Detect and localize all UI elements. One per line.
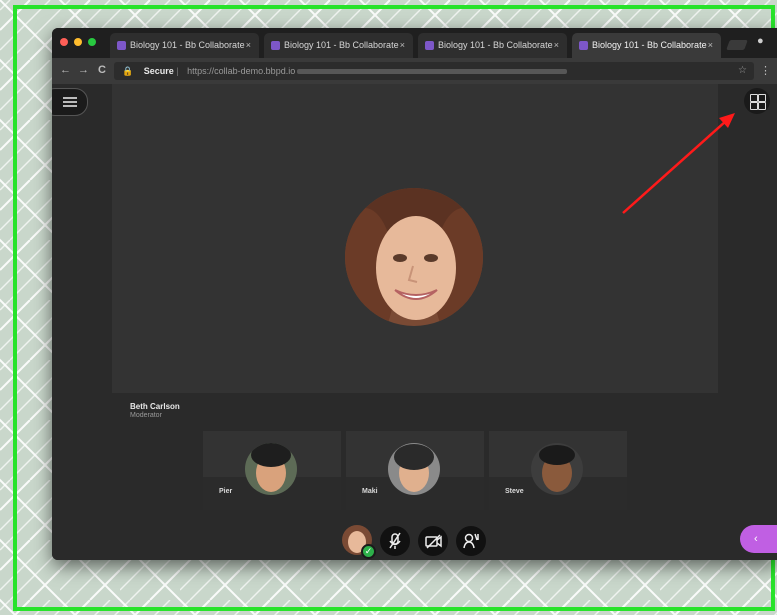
check-icon: ✓ — [361, 544, 376, 559]
participant-avatar — [388, 443, 440, 495]
forward-icon[interactable]: → — [78, 64, 89, 76]
raise-hand-icon[interactable] — [456, 526, 486, 556]
lock-icon: 🔒 — [122, 66, 134, 76]
microphone-off-icon[interactable] — [380, 526, 410, 556]
tab-label: Biology 101 - Bb Collaborate — [284, 40, 399, 50]
participant-avatar — [245, 443, 297, 495]
browser-tab[interactable]: Biology 101 - Bb Collaborate × — [418, 33, 567, 58]
tab-bar: Biology 101 - Bb Collaborate × Biology 1… — [52, 28, 777, 58]
participant-name: Pier — [219, 488, 233, 495]
close-tab-icon[interactable]: × — [708, 40, 713, 50]
url-input[interactable]: 🔒 Secure | https://collab-demo.bbpd.io — [114, 62, 754, 80]
camera-off-icon[interactable] — [418, 526, 448, 556]
collaborate-favicon-icon — [117, 41, 126, 50]
participant-tile[interactable]: Steve — [489, 431, 627, 510]
browser-tab-active[interactable]: Biology 101 - Bb Collaborate × — [572, 33, 721, 58]
maximize-window-icon[interactable] — [88, 38, 96, 46]
collaborate-favicon-icon — [425, 41, 434, 50]
participant-tile[interactable]: Maki — [346, 431, 484, 510]
reload-icon[interactable]: C — [98, 64, 106, 76]
browser-tab[interactable]: Biology 101 - Bb Collaborate × — [264, 33, 413, 58]
collaborate-panel-icon[interactable]: ‹ — [740, 525, 777, 553]
star-icon[interactable]: ☆ — [738, 65, 747, 76]
collaborate-favicon-icon — [271, 41, 280, 50]
active-speaker-stage — [112, 84, 718, 393]
participant-avatar — [531, 443, 583, 495]
hamburger-menu-icon[interactable] — [52, 88, 88, 116]
close-window-icon[interactable] — [60, 38, 68, 46]
address-bar: ← → C 🔒 Secure | https://collab-demo.bbp… — [52, 58, 777, 84]
speaker-role: Moderator — [130, 412, 162, 419]
collaborate-session: Beth Carlson Moderator Pier Maki Steve ✓… — [52, 84, 777, 560]
url-path-blurred — [297, 69, 568, 75]
session-controls: ✓ — [342, 525, 502, 560]
close-tab-icon[interactable]: × — [246, 40, 251, 50]
close-tab-icon[interactable]: × — [554, 40, 559, 50]
back-icon[interactable]: ← — [60, 64, 71, 76]
kebab-menu-icon[interactable]: ⋮ — [760, 64, 771, 77]
tab-label: Biology 101 - Bb Collaborate — [592, 40, 707, 50]
url-text: https://collab-demo.bbpd.io — [187, 66, 296, 76]
tab-label: Biology 101 - Bb Collaborate — [438, 40, 553, 50]
browser-window: Biology 101 - Bb Collaborate × Biology 1… — [52, 28, 777, 560]
minimize-window-icon[interactable] — [74, 38, 82, 46]
speaker-name: Beth Carlson — [130, 402, 180, 411]
speaker-avatar — [345, 188, 483, 326]
secure-label: Secure — [143, 66, 174, 76]
close-tab-icon[interactable]: × — [400, 40, 405, 50]
browser-tab[interactable]: Biology 101 - Bb Collaborate × — [110, 33, 259, 58]
collaborate-favicon-icon — [579, 41, 588, 50]
profile-icon[interactable]: ● — [757, 35, 764, 47]
participant-name: Maki — [362, 488, 378, 495]
participant-tile[interactable]: Pier — [203, 431, 341, 510]
grid-view-icon[interactable] — [744, 88, 770, 114]
new-tab-button[interactable] — [726, 40, 748, 50]
tab-label: Biology 101 - Bb Collaborate — [130, 40, 245, 50]
participant-name: Steve — [505, 488, 524, 495]
